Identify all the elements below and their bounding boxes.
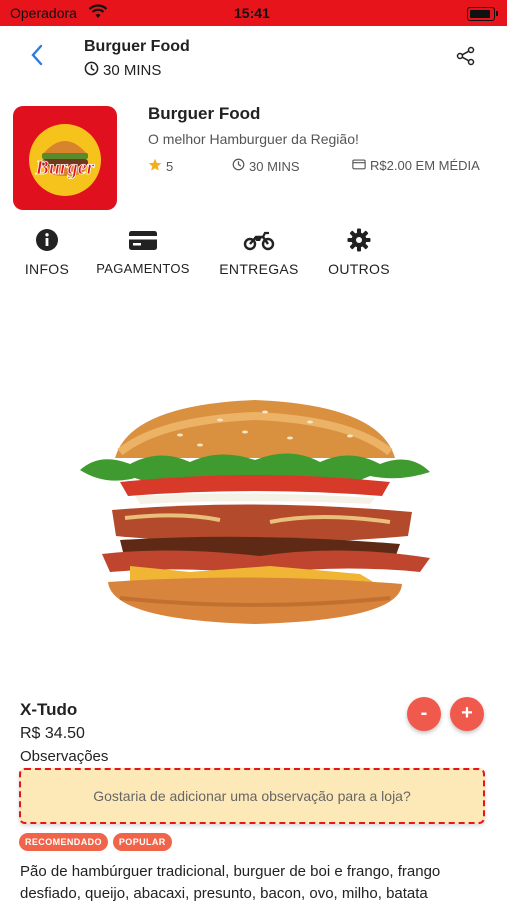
product-name: X-Tudo (20, 700, 78, 719)
store-time-label: 30 MINS (249, 158, 300, 174)
increase-quantity-button[interactable]: + (450, 697, 484, 731)
status-bar: Operadora 15:41 (0, 0, 507, 26)
tab-outros[interactable]: OUTROS (327, 228, 391, 277)
battery-icon (467, 7, 498, 21)
top-navigation-bar: Burguer Food 30 MINS (0, 26, 507, 88)
page-title: Burguer Food (84, 38, 190, 55)
share-icon[interactable] (456, 46, 476, 71)
tab-infos[interactable]: INFOS (24, 228, 70, 277)
carrier-label: Operadora (10, 5, 77, 21)
rating-value: 5 (166, 159, 174, 174)
delivery-time-label: 30 MINS (103, 62, 162, 79)
product-description: Pão de hambúrguer tradicional, burguer d… (20, 863, 441, 902)
star-icon (148, 158, 162, 175)
tab-label: OUTROS (328, 261, 390, 277)
observation-input[interactable]: Gostaria de adicionar uma observação par… (19, 768, 485, 824)
delivery-time: 30 MINS (84, 61, 161, 80)
product-image (20, 340, 490, 670)
store-name: Burguer Food (148, 104, 261, 123)
product-price: R$ 34.50 (20, 725, 85, 742)
badge-popular: POPULAR (112, 833, 172, 851)
observations-label: Observações (20, 748, 109, 765)
tab-label: PAGAMENTOS (96, 261, 190, 276)
wifi-icon (88, 4, 108, 23)
product-badges: RECOMENDADO POPULAR (19, 833, 172, 851)
badge-recomendado: RECOMENDADO (19, 833, 108, 851)
store-description: O melhor Hamburguer da Região! (148, 131, 359, 147)
tab-entregas[interactable]: ENTREGAS (219, 228, 299, 277)
store-tabs: INFOS PAGAMENTOS ENTREGAS OUTROS (0, 228, 507, 278)
tab-pagamentos[interactable]: PAGAMENTOS (96, 228, 190, 276)
tab-label: ENTREGAS (219, 261, 299, 277)
observation-placeholder: Gostaria de adicionar uma observação par… (93, 788, 411, 804)
info-icon (35, 228, 59, 255)
back-icon[interactable] (30, 44, 54, 68)
store-header: Burger Burguer Food O melhor Hamburguer … (0, 100, 507, 215)
store-average-price: R$2.00 EM MÉDIA (352, 158, 480, 173)
motorcycle-icon (243, 228, 275, 255)
decrease-quantity-button[interactable]: - (407, 697, 441, 731)
tab-label: INFOS (24, 261, 70, 277)
clock-icon (84, 61, 99, 80)
clock-icon (232, 158, 245, 174)
store-delivery-time: 30 MINS (232, 158, 300, 174)
gear-icon (347, 228, 371, 255)
store-logo: Burger (13, 106, 117, 210)
average-price-label: R$2.00 EM MÉDIA (370, 158, 480, 173)
wallet-icon (352, 158, 366, 173)
clock-label: 15:41 (234, 5, 270, 21)
card-icon (128, 228, 158, 255)
logo-text: Burger (35, 157, 95, 179)
store-rating: 5 (148, 158, 173, 175)
